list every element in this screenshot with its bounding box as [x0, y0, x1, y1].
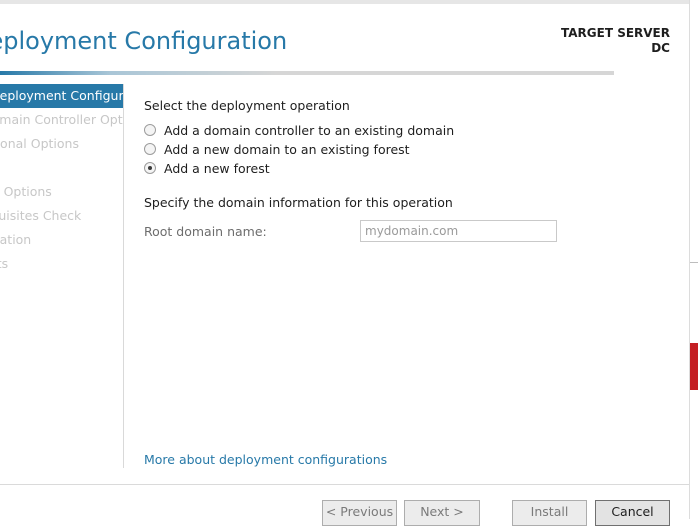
option-add-new-forest[interactable]: Add a new forest — [144, 159, 270, 177]
title-divider — [0, 71, 614, 75]
target-server-label: TARGET SERVER — [561, 26, 670, 40]
nav-divider — [123, 84, 124, 468]
root-domain-label: Root domain name: — [144, 224, 267, 239]
option-label: Add a new domain to an existing forest — [164, 141, 410, 157]
nav-item-label: Deployment Configuration — [0, 88, 123, 103]
operation-heading: Select the deployment operation — [144, 98, 350, 113]
target-server-name: DC — [651, 41, 670, 55]
cancel-button[interactable]: Cancel — [595, 500, 670, 526]
background-window-line — [690, 262, 698, 263]
nav-item-label: Review Options — [0, 184, 52, 199]
radio-button-selected[interactable] — [144, 162, 156, 174]
background-window-accent — [690, 343, 698, 390]
radio-button[interactable] — [144, 143, 156, 155]
wizard-nav: Deployment Configuration Domain Controll… — [0, 84, 123, 276]
target-server: TARGET SERVER DC — [561, 26, 670, 56]
next-button[interactable]: Next > — [404, 500, 480, 526]
top-border — [0, 0, 689, 4]
domain-info-heading: Specify the domain information for this … — [144, 195, 453, 210]
nav-item-spacer — [0, 156, 123, 180]
option-add-dc-existing-domain[interactable]: Add a domain controller to an existing d… — [144, 121, 454, 139]
window-edge — [689, 0, 690, 519]
nav-item-label: Additional Options — [0, 136, 79, 151]
nav-item-domain-controller-options[interactable]: Domain Controller Options — [0, 108, 123, 132]
option-label: Add a new forest — [164, 160, 270, 176]
radio-button[interactable] — [144, 124, 156, 136]
more-about-deployment-link[interactable]: More about deployment configurations — [144, 452, 387, 467]
root-domain-input[interactable] — [360, 220, 557, 242]
previous-button[interactable]: < Previous — [322, 500, 397, 526]
page-title: Deployment Configuration — [0, 27, 288, 55]
nav-item-installation[interactable]: Installation — [0, 228, 123, 252]
wizard-window: Deployment Configuration TARGET SERVER D… — [0, 0, 689, 526]
nav-item-label: Results — [0, 256, 9, 271]
option-add-domain-existing-forest[interactable]: Add a new domain to an existing forest — [144, 140, 410, 158]
nav-item-results[interactable]: Results — [0, 252, 123, 276]
nav-item-deployment-configuration[interactable]: Deployment Configuration — [0, 84, 123, 108]
nav-item-label: Installation — [0, 232, 32, 247]
nav-item-review-options[interactable]: Review Options — [0, 180, 123, 204]
footer-divider — [0, 484, 689, 485]
nav-item-prerequisites-check[interactable]: Prerequisites Check — [0, 204, 123, 228]
nav-item-label: Domain Controller Options — [0, 112, 123, 127]
option-label: Add a domain controller to an existing d… — [164, 122, 455, 138]
nav-item-additional-options[interactable]: Additional Options — [0, 132, 123, 156]
nav-item-label: Prerequisites Check — [0, 208, 82, 223]
install-button[interactable]: Install — [512, 500, 587, 526]
